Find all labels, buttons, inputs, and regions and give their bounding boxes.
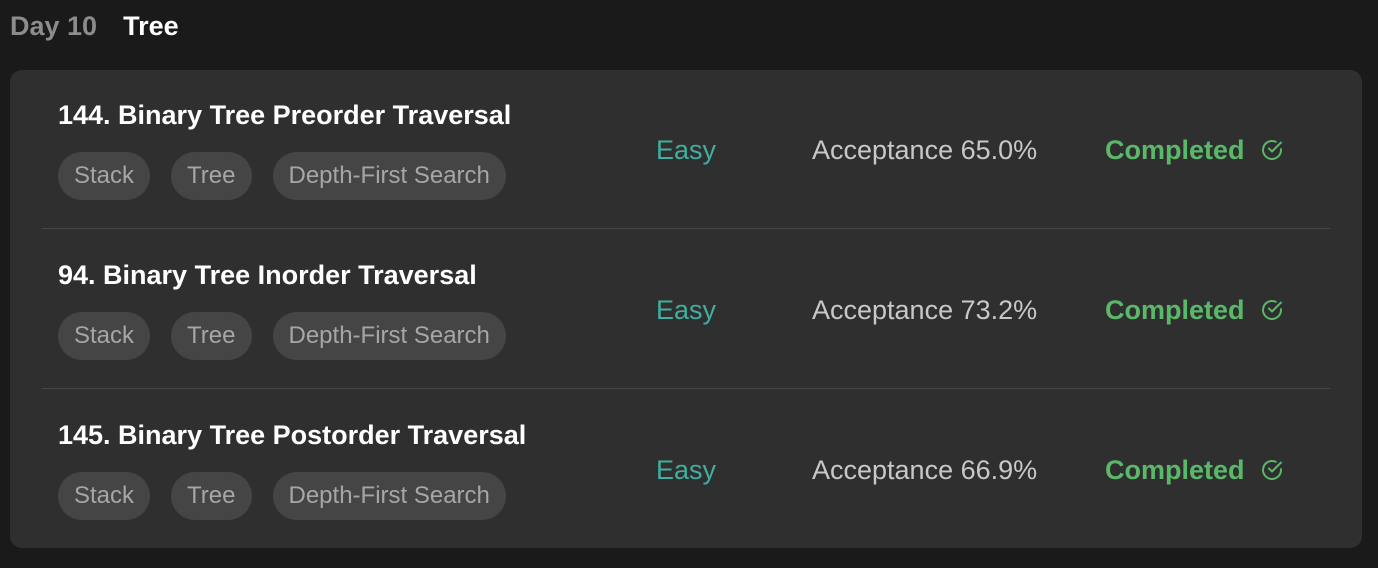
problem-title[interactable]: 144. Binary Tree Preorder Traversal: [58, 98, 511, 132]
difficulty-label: Easy: [656, 135, 717, 165]
acceptance-rate: Acceptance 66.9%: [812, 455, 1038, 485]
tag-list: Stack Tree Depth-First Search: [58, 472, 506, 520]
problem-title[interactable]: 145. Binary Tree Postorder Traversal: [58, 418, 526, 452]
problem-row[interactable]: 145. Binary Tree Postorder Traversal Sta…: [42, 390, 1330, 550]
tag-chip[interactable]: Tree: [171, 152, 252, 200]
tag-list: Stack Tree Depth-First Search: [58, 312, 506, 360]
tag-chip[interactable]: Tree: [171, 472, 252, 520]
tag-chip[interactable]: Depth-First Search: [272, 472, 506, 520]
problem-row[interactable]: 144. Binary Tree Preorder Traversal Stac…: [42, 70, 1330, 230]
problem-row[interactable]: 94. Binary Tree Inorder Traversal Stack …: [42, 230, 1330, 390]
status-label: Completed: [1105, 455, 1245, 485]
check-circle-icon: [1261, 460, 1282, 480]
tag-chip[interactable]: Tree: [171, 312, 252, 360]
row-divider: [42, 388, 1330, 389]
status-completed: Completed: [1105, 133, 1284, 167]
day-label: Day 10: [10, 10, 98, 41]
check-circle-icon: [1261, 300, 1282, 320]
day-topic: Tree: [123, 10, 179, 41]
status-completed: Completed: [1105, 293, 1284, 327]
tag-list: Stack Tree Depth-First Search: [58, 152, 506, 200]
check-circle-icon: [1261, 140, 1282, 160]
row-divider: [42, 228, 1330, 229]
status-completed: Completed: [1105, 453, 1284, 487]
tag-chip[interactable]: Stack: [58, 472, 151, 520]
problem-title[interactable]: 94. Binary Tree Inorder Traversal: [58, 258, 477, 292]
tag-chip[interactable]: Stack: [58, 312, 151, 360]
difficulty-label: Easy: [656, 455, 717, 485]
acceptance-rate: Acceptance 65.0%: [812, 135, 1038, 165]
tag-chip[interactable]: Stack: [58, 152, 151, 200]
tag-chip[interactable]: Depth-First Search: [272, 152, 506, 200]
acceptance-rate: Acceptance 73.2%: [812, 295, 1038, 325]
tag-chip[interactable]: Depth-First Search: [272, 312, 506, 360]
day-header: Day 10 Tree: [10, 8, 179, 44]
status-label: Completed: [1105, 135, 1245, 165]
problem-list-card: 144. Binary Tree Preorder Traversal Stac…: [10, 70, 1362, 548]
difficulty-label: Easy: [656, 295, 717, 325]
status-label: Completed: [1105, 295, 1245, 325]
